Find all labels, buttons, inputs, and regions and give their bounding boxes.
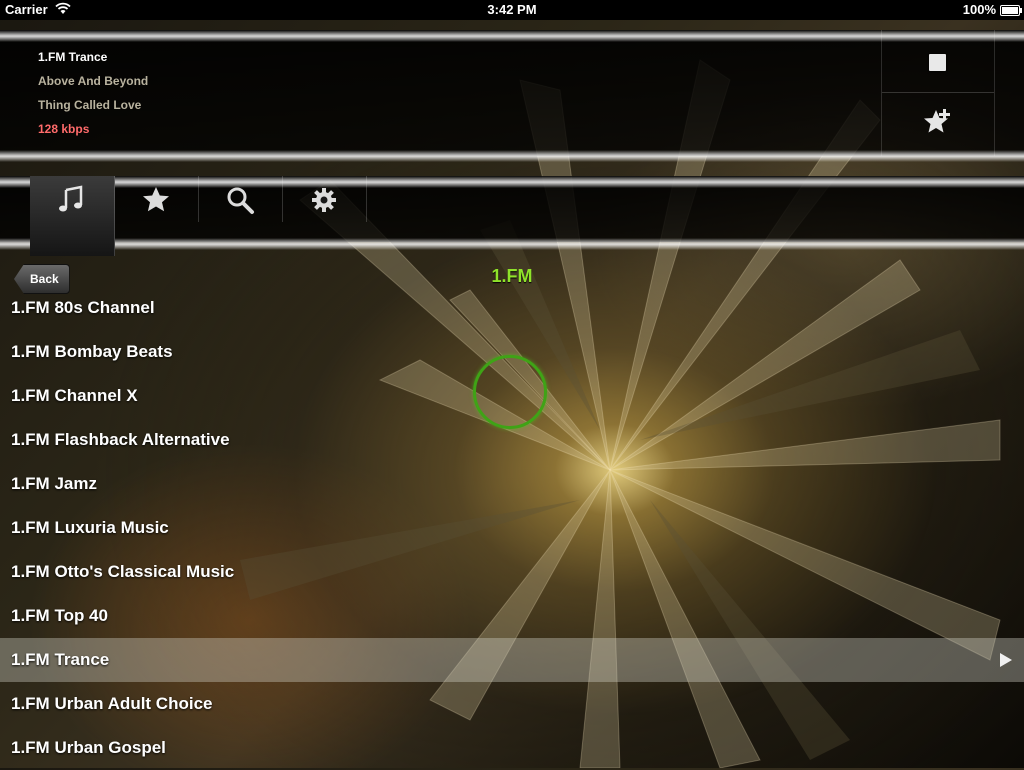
battery-percent: 100%: [962, 2, 996, 17]
tab-bar-gloss-bottom: [0, 238, 1024, 250]
now-playing-gloss: [0, 30, 1024, 42]
station-row-selected[interactable]: 1.FM Trance: [0, 638, 1024, 682]
station-name: 1.FM Luxuria Music: [11, 518, 169, 537]
now-playing-info[interactable]: 1.FM Trance Above And Beyond Thing Calle…: [38, 45, 148, 141]
loading-spinner-icon: [473, 355, 547, 429]
now-playing-artist: Above And Beyond: [38, 74, 149, 88]
station-row[interactable]: 1.FM Jamz: [0, 462, 1024, 506]
station-name: 1.FM Channel X: [11, 386, 138, 405]
tab-settings[interactable]: [282, 176, 367, 222]
player-controls: [881, 30, 995, 156]
star-plus-icon: [924, 109, 950, 133]
station-name: 1.FM Top 40: [11, 606, 108, 625]
stop-icon: [929, 54, 946, 71]
gear-icon: [312, 188, 336, 212]
station-name: 1.FM Otto's Classical Music: [11, 562, 235, 581]
now-playing-station: 1.FM Trance: [38, 50, 108, 64]
status-bar: Carrier 3:42 PM 100%: [0, 0, 1024, 20]
station-name: 1.FM Trance: [11, 650, 110, 669]
search-icon: [227, 187, 254, 214]
station-name: 1.FM Bombay Beats: [11, 342, 173, 361]
station-row[interactable]: 1.FM Urban Gospel: [0, 726, 1024, 770]
now-playing-bar: [0, 30, 1024, 156]
station-name: 1.FM 80s Channel: [11, 298, 155, 317]
add-favorite-button[interactable]: [882, 93, 994, 156]
star-icon: [143, 187, 169, 212]
clock: 3:42 PM: [487, 2, 537, 17]
battery-icon: [1000, 5, 1022, 16]
tab-search[interactable]: [198, 176, 283, 222]
station-row[interactable]: 1.FM Luxuria Music: [0, 506, 1024, 550]
page-title: 1.FM: [491, 266, 533, 286]
now-playing-track: Thing Called Love: [38, 98, 142, 112]
station-name: 1.FM Urban Gospel: [11, 738, 166, 757]
music-note-icon: [59, 185, 83, 212]
play-arrow-icon: [1000, 653, 1012, 667]
now-playing-bitrate: 128 kbps: [38, 122, 90, 136]
station-row[interactable]: 1.FM 80s Channel: [0, 286, 1024, 330]
station-name: 1.FM Urban Adult Choice: [11, 694, 213, 713]
now-playing-gloss-bottom: [0, 150, 1024, 162]
station-row[interactable]: 1.FM Otto's Classical Music: [0, 550, 1024, 594]
station-row[interactable]: 1.FM Top 40: [0, 594, 1024, 638]
stop-button[interactable]: [882, 30, 994, 92]
tab-stations[interactable]: [30, 176, 115, 256]
station-name: 1.FM Flashback Alternative: [11, 430, 230, 449]
station-name: 1.FM Jamz: [11, 474, 97, 493]
tab-favorites[interactable]: [114, 176, 199, 222]
station-row[interactable]: 1.FM Urban Adult Choice: [0, 682, 1024, 726]
